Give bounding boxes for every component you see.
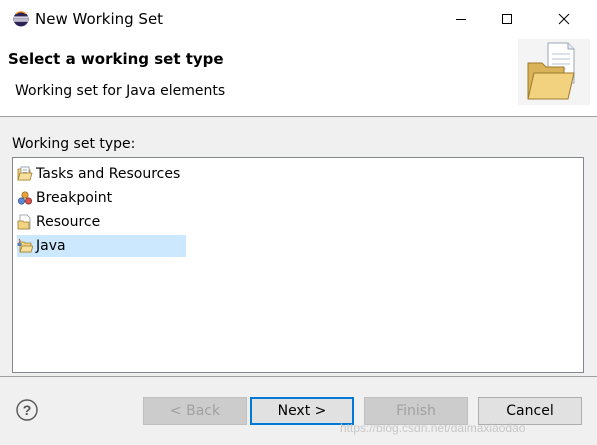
list-item-label: Resource [36,214,101,230]
window-title: New Working Set [35,10,164,28]
folder-document-icon [518,39,590,105]
close-icon [558,13,570,25]
svg-text:?: ? [23,402,32,418]
eclipse-icon [13,11,29,27]
working-set-type-list[interactable]: Tasks and Resources Breakpoint Resource [12,157,584,373]
wizard-body: Working set type: Tasks and Resources Br… [0,117,597,376]
next-button[interactable]: Next > [250,397,354,425]
back-button[interactable]: < Back [143,397,247,425]
list-item-label: Java [36,238,66,254]
maximize-icon [502,14,512,24]
tasks-resources-icon [17,166,33,182]
minimize-button[interactable] [438,0,484,38]
wizard-footer: ? < Back Next > Finish Cancel https://bl… [0,377,597,445]
title-bar: New Working Set [0,0,597,38]
breakpoint-icon [17,190,33,206]
page-description: Working set for Java elements [15,83,226,99]
watermark-text: https://blog.csdn.net/daimaxiaodao [340,421,526,435]
wizard-header: Select a working set type Working set fo… [0,38,597,116]
list-item-java[interactable]: Java [17,235,186,257]
list-item-resource[interactable]: Resource [17,211,106,233]
list-item-label: Breakpoint [36,190,113,206]
help-icon[interactable]: ? [15,398,39,422]
resource-icon [17,214,33,230]
list-item-tasks-and-resources[interactable]: Tasks and Resources [17,163,186,185]
close-button[interactable] [541,0,587,38]
working-set-type-label: Working set type: [12,136,136,152]
list-item-label: Tasks and Resources [36,166,181,182]
maximize-button[interactable] [484,0,530,38]
java-package-icon [17,238,34,254]
list-item-breakpoint[interactable]: Breakpoint [17,187,118,209]
minimize-icon [456,19,466,20]
page-title: Select a working set type [8,50,224,68]
